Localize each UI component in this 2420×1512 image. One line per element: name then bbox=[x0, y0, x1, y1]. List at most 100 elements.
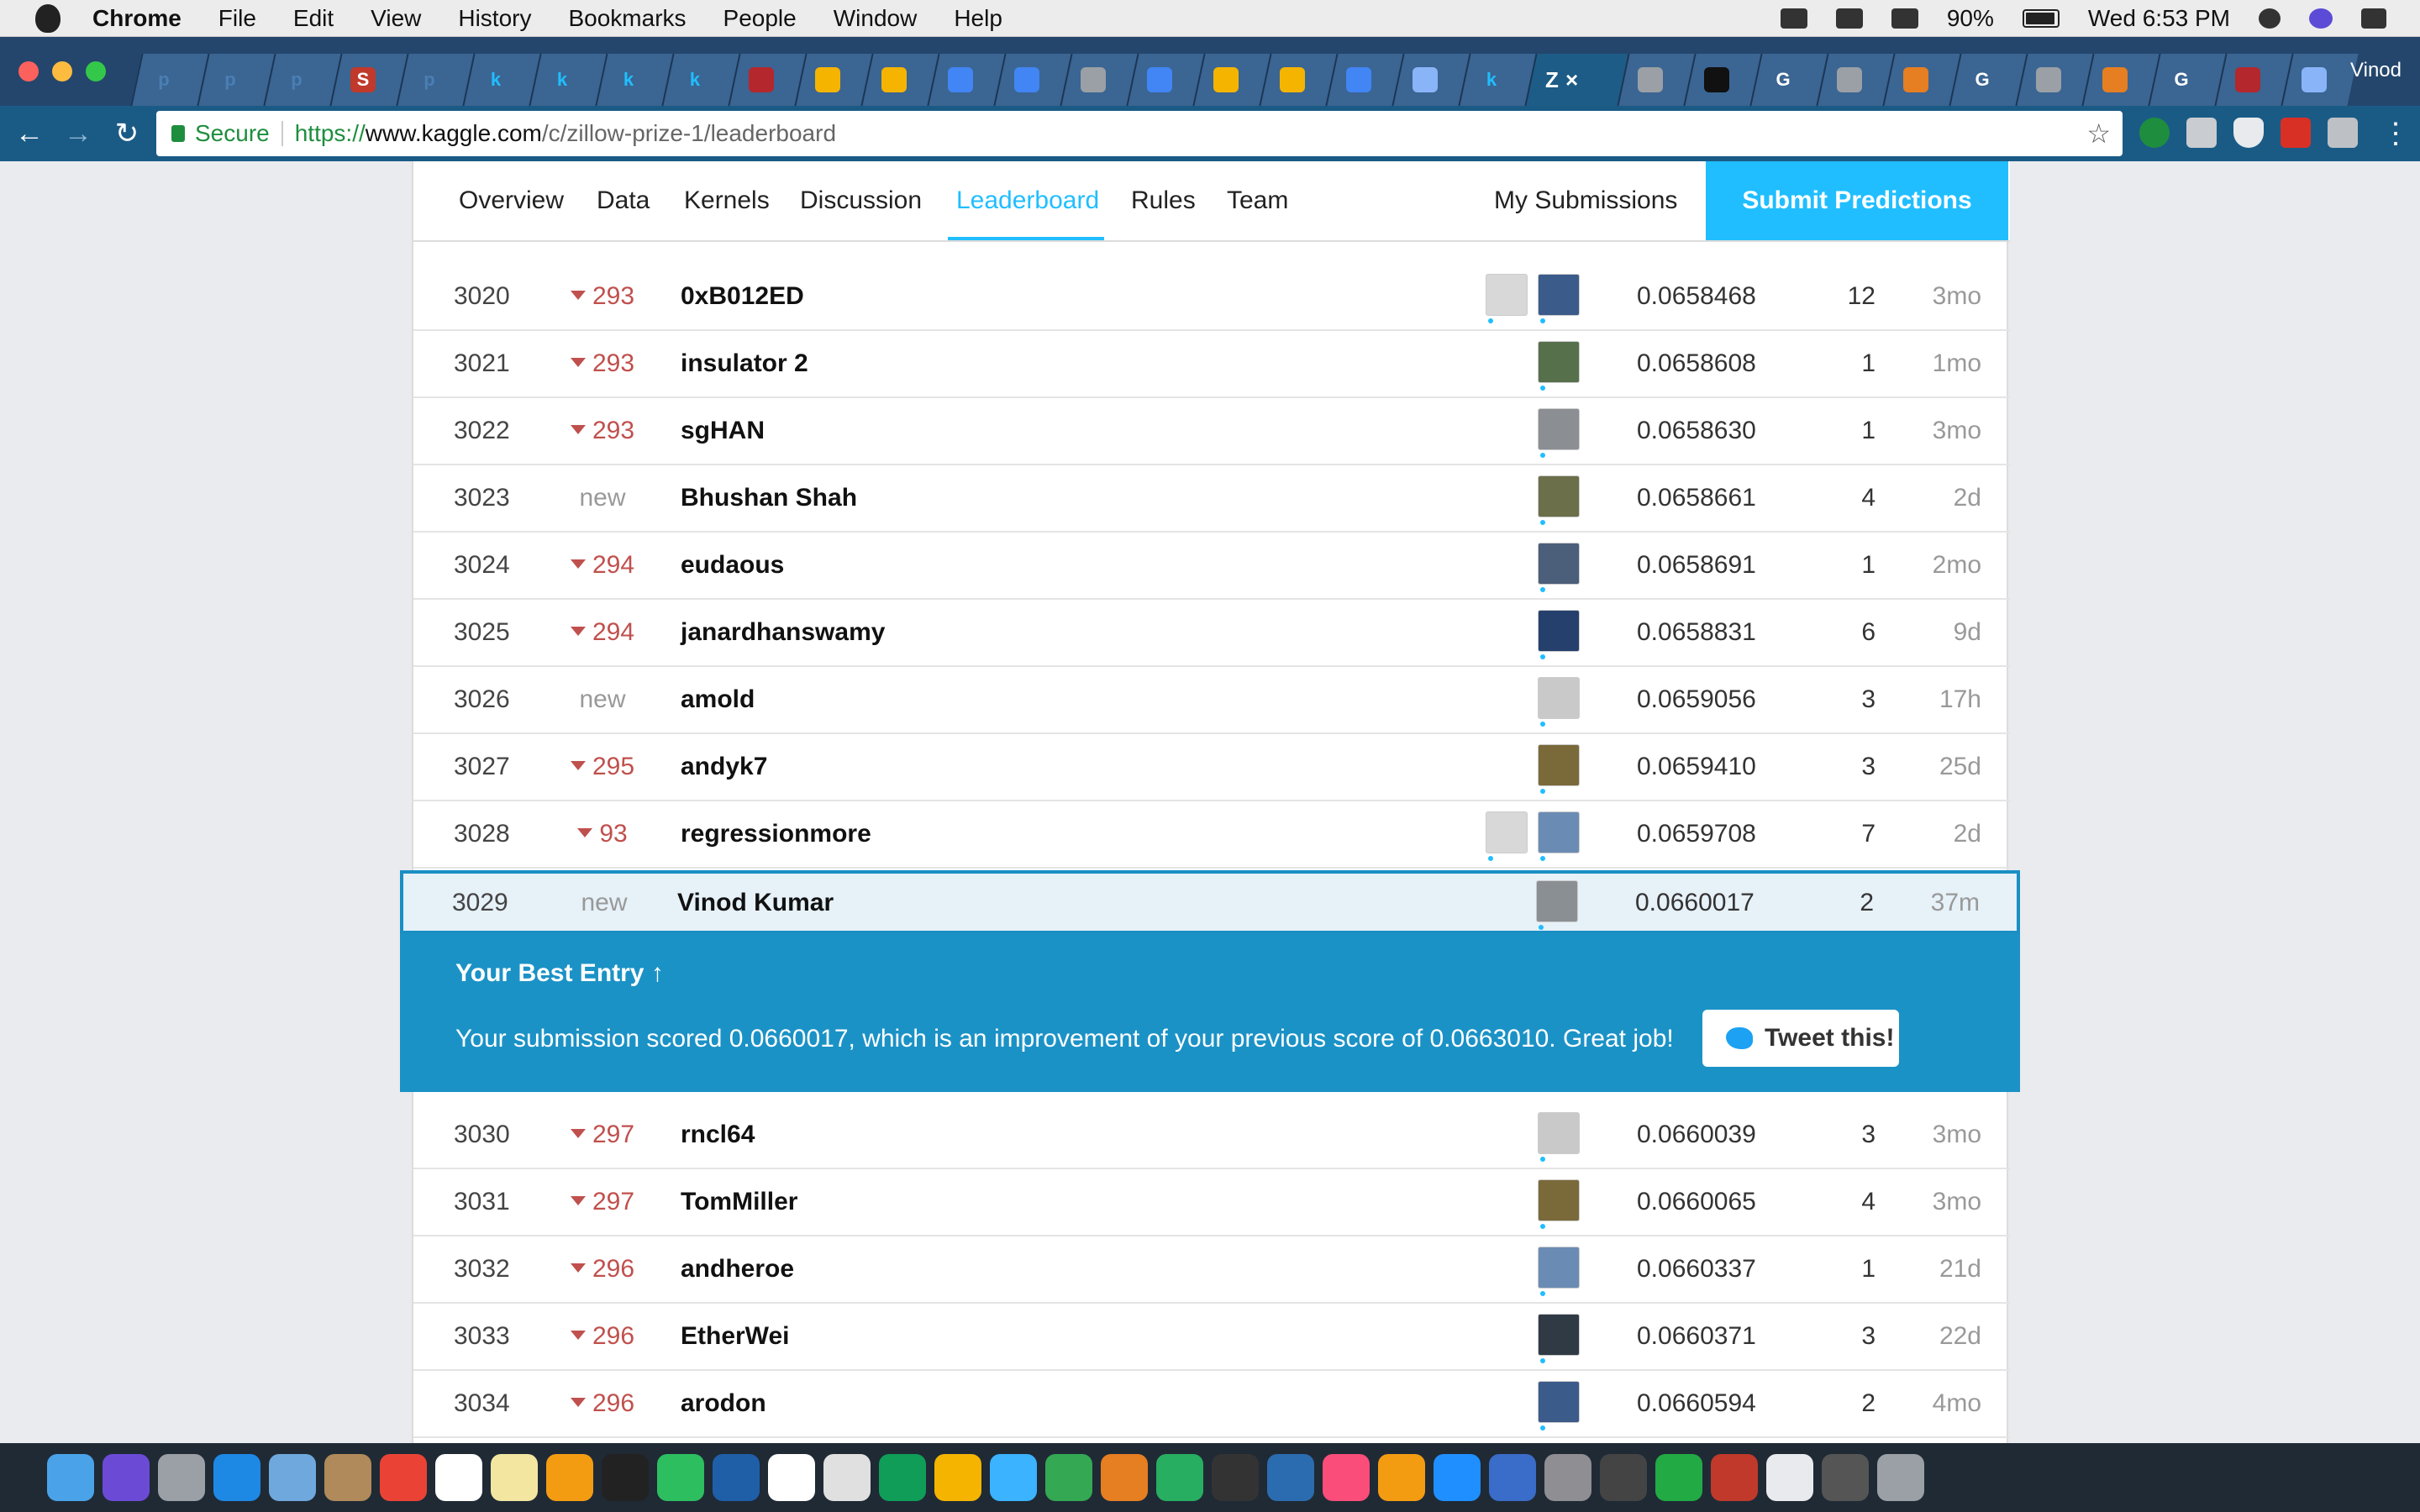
photos-icon[interactable] bbox=[934, 1454, 981, 1501]
team-name-cell[interactable]: TomMiller bbox=[681, 1188, 797, 1216]
dashboard-icon[interactable] bbox=[1212, 1454, 1259, 1501]
team-member-avatar[interactable] bbox=[1486, 274, 1528, 323]
team-member-avatar[interactable] bbox=[1538, 543, 1580, 592]
team-name-cell[interactable]: regressionmore bbox=[681, 820, 871, 848]
tab-overview[interactable]: Overview bbox=[459, 186, 564, 215]
zoom-window-icon[interactable] bbox=[86, 61, 106, 81]
team-member-avatar[interactable] bbox=[1538, 1314, 1580, 1363]
airplay-icon[interactable] bbox=[1891, 8, 1918, 29]
team-member-avatar[interactable] bbox=[1538, 744, 1580, 794]
minimize-window-icon[interactable] bbox=[52, 61, 72, 81]
leaderboard-row[interactable]: 3032 296 andheroe 0.0660337 1 21d bbox=[413, 1236, 2010, 1304]
close-tab-icon[interactable]: × bbox=[1565, 67, 1578, 92]
tab-0[interactable]: p bbox=[130, 54, 208, 106]
team-name-cell[interactable]: 0xB012ED bbox=[681, 282, 804, 311]
tab-13[interactable] bbox=[993, 54, 1071, 106]
leaderboard-row[interactable]: 3020 293 0xB012ED 0.0658468 12 3mo bbox=[413, 264, 2010, 331]
team-name-cell[interactable]: EtherWei bbox=[681, 1322, 789, 1351]
menu-window[interactable]: Window bbox=[834, 5, 918, 32]
team-name-cell[interactable]: rncl64 bbox=[681, 1121, 755, 1149]
tab-data[interactable]: Data bbox=[597, 186, 650, 215]
leaderboard-row[interactable]: 3030 297 rncl64 0.0660039 3 3mo bbox=[413, 1102, 2010, 1169]
close-window-icon[interactable] bbox=[18, 61, 39, 81]
team-member-avatar[interactable] bbox=[1538, 1381, 1580, 1431]
tweet-button[interactable]: Tweet this! bbox=[1702, 1010, 1899, 1067]
wifi-icon[interactable] bbox=[1835, 8, 1863, 29]
tab-team[interactable]: Team bbox=[1227, 186, 1288, 215]
menu-view[interactable]: View bbox=[371, 5, 421, 32]
team-member-avatar[interactable] bbox=[1538, 1179, 1580, 1229]
extension-green-icon[interactable] bbox=[2139, 118, 2170, 148]
leaderboard-row[interactable]: 3034 296 arodon 0.0660594 2 4mo bbox=[413, 1371, 2010, 1438]
team-name-cell[interactable]: insulator 2 bbox=[681, 349, 808, 378]
extension-m-icon[interactable] bbox=[2328, 118, 2358, 148]
leaderboard-row[interactable]: 3024 294 eudaous 0.0658691 1 2mo bbox=[413, 533, 2010, 600]
apple-icon[interactable] bbox=[35, 3, 60, 33]
team-name-cell[interactable]: amold bbox=[681, 685, 755, 714]
leaderboard-row[interactable]: 3021 293 insulator 2 0.0658608 1 1mo bbox=[413, 331, 2010, 398]
activity-icon[interactable] bbox=[1655, 1454, 1702, 1501]
tab-16[interactable] bbox=[1192, 54, 1270, 106]
evernote-icon[interactable] bbox=[657, 1454, 704, 1501]
leaderboard-row[interactable]: 3031 297 TomMiller 0.0660065 4 3mo bbox=[413, 1169, 2010, 1236]
leaderboard-row[interactable]: 3033 296 EtherWei 0.0660371 3 22d bbox=[413, 1304, 2010, 1371]
leaderboard-row[interactable]: 3028 93 regressionmore 0.0659708 7 2d bbox=[413, 801, 2010, 869]
notification-center-icon[interactable] bbox=[2361, 8, 2386, 29]
team-name-cell[interactable]: arodon bbox=[681, 1389, 766, 1418]
preview-icon[interactable] bbox=[823, 1454, 871, 1501]
reminders-icon[interactable] bbox=[768, 1454, 815, 1501]
tab-after-8[interactable]: G bbox=[2148, 54, 2226, 106]
menu-app-name[interactable]: Chrome bbox=[92, 5, 182, 32]
tab-15[interactable] bbox=[1126, 54, 1204, 106]
submit-predictions-button[interactable]: Submit Predictions bbox=[1706, 161, 2008, 240]
tab-20[interactable]: k bbox=[1458, 54, 1536, 106]
tab-12[interactable] bbox=[927, 54, 1005, 106]
team-member-avatar[interactable] bbox=[1538, 341, 1580, 391]
leaderboard-row[interactable]: 3022 293 sgHAN 0.0658630 1 3mo bbox=[413, 398, 2010, 465]
team-member-avatar[interactable] bbox=[1538, 274, 1580, 323]
tab-2[interactable]: p bbox=[263, 54, 341, 106]
contacts-icon[interactable] bbox=[324, 1454, 371, 1501]
tab-discussion[interactable]: Discussion bbox=[800, 186, 922, 215]
back-icon[interactable]: ← bbox=[5, 118, 54, 150]
team-member-avatar[interactable] bbox=[1486, 811, 1528, 861]
menu-bookmarks[interactable]: Bookmarks bbox=[568, 5, 686, 32]
tab-10[interactable] bbox=[794, 54, 872, 106]
numbers-icon[interactable] bbox=[1156, 1454, 1203, 1501]
ibooks-icon[interactable] bbox=[1378, 1454, 1425, 1501]
tab-after-10[interactable] bbox=[2281, 54, 2359, 106]
team-name-cell[interactable]: eudaous bbox=[681, 551, 784, 580]
finder-icon[interactable] bbox=[47, 1454, 94, 1501]
safari-icon[interactable] bbox=[213, 1454, 260, 1501]
tab-kernels[interactable]: Kernels bbox=[684, 186, 770, 215]
terminal-icon[interactable] bbox=[602, 1454, 649, 1501]
team-name-cell[interactable]: andheroe bbox=[681, 1255, 794, 1284]
team-member-avatar[interactable] bbox=[1538, 1112, 1580, 1162]
leaderboard-row[interactable]: 3027 295 andyk7 0.0659410 3 25d bbox=[413, 734, 2010, 801]
extension-shield-icon[interactable] bbox=[2233, 118, 2264, 148]
reload-icon[interactable]: ↻ bbox=[103, 117, 151, 150]
team-member-avatar[interactable] bbox=[1538, 610, 1580, 659]
menu-history[interactable]: History bbox=[458, 5, 531, 32]
pages-icon[interactable] bbox=[1101, 1454, 1148, 1501]
tab-4[interactable]: p bbox=[396, 54, 474, 106]
extension-gray-icon[interactable] bbox=[2186, 118, 2217, 148]
forward-icon[interactable]: → bbox=[54, 118, 103, 150]
tab-11[interactable] bbox=[860, 54, 939, 106]
tab-after-7[interactable] bbox=[2081, 54, 2160, 106]
team-name-cell[interactable]: sgHAN bbox=[681, 417, 765, 445]
tab-17[interactable] bbox=[1259, 54, 1337, 106]
team-member-avatar[interactable] bbox=[1538, 475, 1580, 525]
tab-after-0[interactable] bbox=[1617, 54, 1695, 106]
keynote-icon[interactable] bbox=[1267, 1454, 1314, 1501]
menu-people[interactable]: People bbox=[723, 5, 797, 32]
chrome-menu-icon[interactable]: ⋮ bbox=[2371, 117, 2420, 150]
tab-leaderboard[interactable]: Leaderboard bbox=[956, 186, 1099, 215]
calendar-icon[interactable] bbox=[435, 1454, 482, 1501]
sublime-icon[interactable] bbox=[546, 1454, 593, 1501]
siri-icon[interactable] bbox=[103, 1454, 150, 1501]
messages-icon[interactable] bbox=[990, 1454, 1037, 1501]
google-drive-icon[interactable] bbox=[879, 1454, 926, 1501]
tab-8[interactable]: k bbox=[661, 54, 739, 106]
tab-rules[interactable]: Rules bbox=[1131, 186, 1196, 215]
